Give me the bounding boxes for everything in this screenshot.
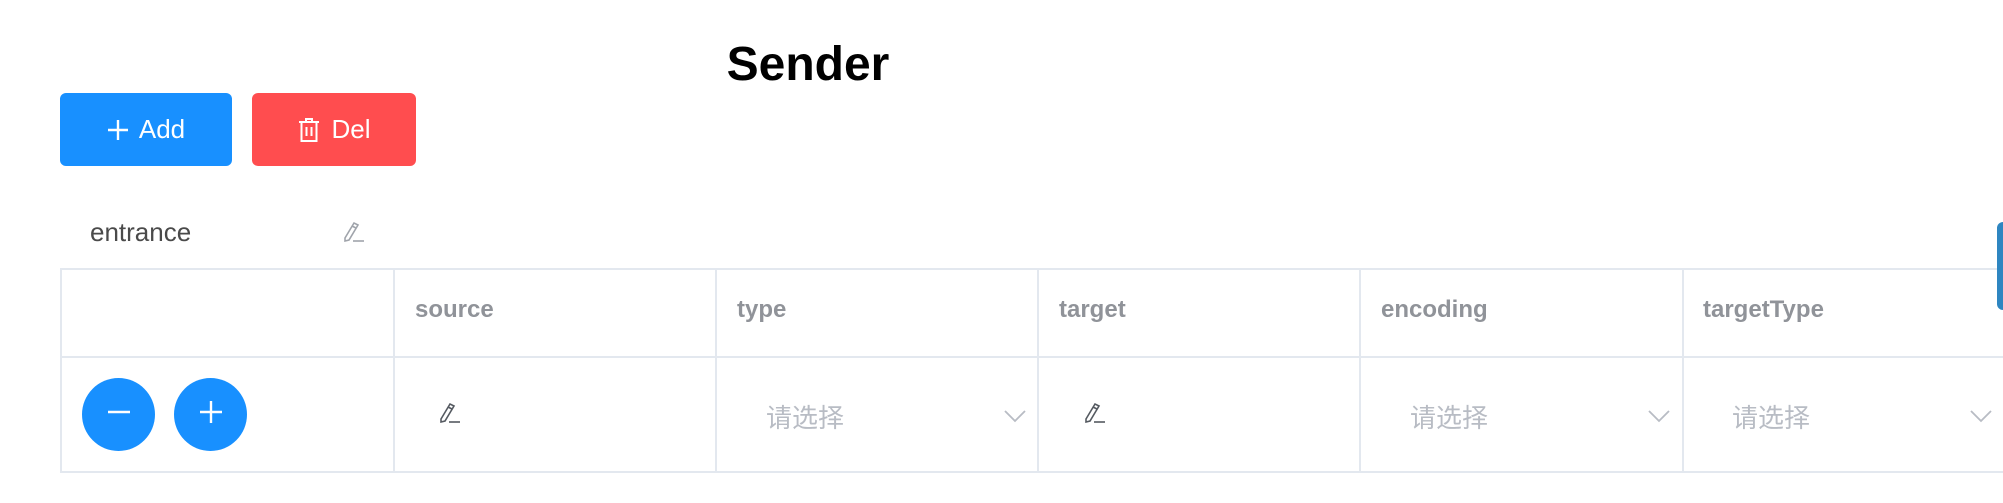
targettype-select-placeholder: 请选择 (1732, 402, 1811, 433)
column-divider (715, 270, 717, 471)
column-header-targettype: targetType (1703, 296, 1824, 323)
add-button-label: Add (138, 114, 186, 144)
column-header-encoding: encoding (1381, 296, 1488, 323)
page-title: Sender (726, 38, 890, 91)
type-select-placeholder: 请选择 (766, 402, 845, 433)
chevron-down-icon (1648, 409, 1670, 423)
column-divider (393, 270, 395, 471)
pencil-icon[interactable] (436, 400, 462, 426)
plus-icon (198, 399, 224, 430)
add-button[interactable]: Add (60, 93, 232, 166)
column-divider (1359, 270, 1361, 471)
column-header-source: source (415, 296, 494, 323)
encoding-select-placeholder: 请选择 (1410, 402, 1489, 433)
type-select[interactable]: 请选择 (766, 390, 1026, 442)
entrance-label: entrance (90, 216, 192, 247)
side-panel-tab[interactable] (1997, 222, 2003, 310)
delete-button[interactable]: Del (252, 93, 416, 166)
trash-icon (297, 117, 321, 143)
targettype-select[interactable]: 请选择 (1732, 390, 1992, 442)
delete-button-label: Del (331, 114, 371, 144)
remove-row-button[interactable] (82, 378, 155, 451)
sender-table: source type target encoding targetType 请… (60, 268, 2003, 473)
pencil-icon[interactable] (340, 219, 366, 245)
header-divider (62, 356, 2003, 358)
pencil-icon[interactable] (1081, 400, 1107, 426)
column-header-type: type (737, 296, 787, 323)
entrance-row: entrance (90, 212, 366, 252)
minus-icon (106, 399, 132, 430)
plus-icon (107, 119, 129, 141)
chevron-down-icon (1004, 409, 1026, 423)
encoding-select[interactable]: 请选择 (1410, 390, 1670, 442)
add-row-button[interactable] (174, 378, 247, 451)
sender-page: Sender Add Del entrance source type targ… (0, 0, 2003, 503)
chevron-down-icon (1970, 409, 1992, 423)
column-divider (1037, 270, 1039, 471)
column-header-target: target (1059, 296, 1126, 323)
column-divider (1682, 270, 1684, 471)
